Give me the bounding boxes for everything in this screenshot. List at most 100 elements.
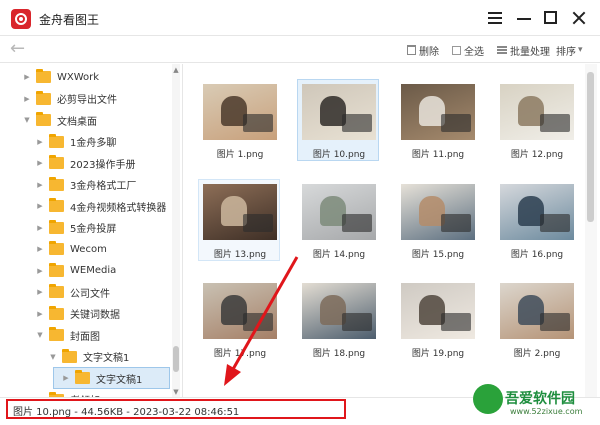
tree-item[interactable]: ▶老领如 <box>35 389 100 397</box>
caret-right-icon[interactable]: ▶ <box>35 288 45 296</box>
tree-item[interactable]: ▶ 2023操作手册 <box>35 152 135 174</box>
thumbnail-image <box>302 184 376 240</box>
trash-icon <box>407 45 416 55</box>
image-thumbnail[interactable]: 图片 17.png <box>198 278 280 360</box>
tree-item-label: 5金舟投屏 <box>70 224 117 235</box>
thumbnail-caption: 图片 13.png <box>213 250 267 260</box>
folder-icon <box>36 69 51 83</box>
folder-tree: ▶ WXWork ▶ 必剪导出文件 ▼ 文档桌面 ▶ 1金舟多聊 ▶ 2023操作手册 ▶ 3金舟格式… <box>0 64 183 397</box>
tree-item[interactable]: ▶ 4金舟视频格式转换器 <box>35 195 166 217</box>
delete-button[interactable]: 删除 <box>407 43 439 58</box>
sidebar-scroll-thumb[interactable] <box>173 346 179 372</box>
caret-right-icon[interactable]: ▶ <box>35 138 45 146</box>
sort-label: 排序 <box>556 46 576 58</box>
scroll-up-icon[interactable]: ▲ <box>172 66 180 74</box>
caret-right-icon[interactable]: ▶ <box>35 159 45 167</box>
select-all-label: 全选 <box>464 46 484 58</box>
thumbnail-image <box>500 283 574 339</box>
tree-item-label: WXWork <box>57 71 100 83</box>
image-thumbnail[interactable]: 图片 19.png <box>396 278 478 360</box>
tree-item[interactable]: ▶ Wecom <box>35 238 107 260</box>
thumbnail-image <box>401 184 475 240</box>
toolbar: ← 删除 全选 批量处理 排序 ▾ <box>0 37 600 63</box>
tree-item[interactable]: ▶ WXWork <box>22 66 99 88</box>
tree-item[interactable]: ▶ 必剪导出文件 <box>22 88 117 110</box>
thumbnail-image <box>203 84 277 140</box>
tree-item-label: 4金舟视频格式转换器 <box>70 202 167 214</box>
tree-item-label: 必剪导出文件 <box>57 95 117 106</box>
caret-right-icon[interactable]: ▶ <box>35 181 45 189</box>
thumbnail-image <box>302 283 376 339</box>
caret-right-icon[interactable]: ▶ <box>22 73 32 81</box>
back-arrow-icon[interactable]: ← <box>10 40 32 60</box>
image-thumbnail[interactable]: 图片 15.png <box>396 179 478 261</box>
folder-icon <box>49 241 64 255</box>
tree-item[interactable]: ▶ 5金舟投屏 <box>35 217 116 239</box>
folder-icon <box>75 370 90 384</box>
tree-item[interactable]: ▶ 关键词数据 <box>35 303 120 325</box>
image-thumbnail[interactable]: 图片 14.png <box>297 179 379 261</box>
menu-icon[interactable] <box>486 9 504 27</box>
watermark-logo-icon <box>473 384 503 414</box>
image-thumbnail[interactable]: 图片 12.png <box>495 79 577 161</box>
select-all-checkbox[interactable]: 全选 <box>452 43 484 58</box>
caret-down-icon[interactable]: ▼ <box>35 331 45 339</box>
thumbnail-grid: 图片 1.png 图片 10.png 图片 11.png 图片 12.png 图片 13… <box>184 64 584 397</box>
tree-item[interactable]: ▼ 文字文稿1 <box>48 346 129 368</box>
caret-right-icon[interactable]: ▶ <box>22 95 32 103</box>
caret-right-icon[interactable]: ▶ <box>35 267 45 275</box>
tree-item-label: 1金舟多聊 <box>70 138 117 149</box>
caret-right-icon[interactable]: ▶ <box>35 245 45 253</box>
sort-button[interactable]: 排序 ▾ <box>556 43 583 58</box>
caret-right-icon[interactable]: ▶ <box>35 224 45 232</box>
tree-item[interactable]: ▶ WEMedia <box>35 260 116 282</box>
tree-item[interactable]: ▶ 公司文件 <box>35 281 110 303</box>
maximize-icon[interactable] <box>542 9 560 27</box>
image-thumbnail[interactable]: 图片 1.png <box>198 79 280 161</box>
caret-down-icon[interactable]: ▼ <box>22 116 32 124</box>
list-icon <box>497 46 507 55</box>
folder-icon <box>49 219 64 234</box>
batch-process-button[interactable]: 批量处理 <box>497 43 550 58</box>
tree-item-label: 文字文稿1 <box>83 353 130 364</box>
folder-icon <box>49 262 64 277</box>
main-scroll-thumb[interactable] <box>587 72 594 222</box>
watermark-brand: 吾爱软件园 <box>505 391 575 407</box>
tree-item-label: 关键词数据 <box>70 310 120 321</box>
scroll-down-icon[interactable]: ▼ <box>172 388 180 396</box>
thumbnail-caption: 图片 16.png <box>510 250 564 260</box>
status-text: 图片 10.png - 44.56KB - 2023-03-22 08:46:5… <box>13 407 240 418</box>
folder-icon <box>49 305 64 320</box>
image-thumbnail[interactable]: 图片 18.png <box>297 278 379 360</box>
image-thumbnail[interactable]: 图片 2.png <box>495 278 577 360</box>
thumbnail-image <box>302 84 376 140</box>
tree-item-label: 文字文稿1 <box>96 374 143 386</box>
thumbnail-image <box>500 184 574 240</box>
tree-item-label: 3金舟格式工厂 <box>70 181 137 192</box>
caret-right-icon[interactable]: ▶ <box>35 202 45 210</box>
caret-down-icon[interactable]: ▼ <box>48 353 58 361</box>
tree-item[interactable]: ▶ 1金舟多聊 <box>35 131 116 153</box>
tree-item[interactable]: ▼ 文档桌面 <box>22 109 97 131</box>
folder-icon <box>49 133 64 148</box>
folder-icon <box>49 284 64 298</box>
caret-right-icon[interactable]: ▶ <box>61 374 71 382</box>
tree-item[interactable]: ▶ 3金舟格式工厂 <box>35 174 136 196</box>
tree-item[interactable]: ▼ 封面图 <box>35 324 100 346</box>
thumbnail-caption: 图片 17.png <box>213 349 267 359</box>
tree-item[interactable]: ▶ 文字文稿1 <box>53 367 170 389</box>
image-thumbnail[interactable]: 图片 10.png <box>297 79 379 161</box>
thumbnail-caption: 图片 14.png <box>312 250 366 260</box>
image-thumbnail[interactable]: 图片 16.png <box>495 179 577 261</box>
thumbnail-caption: 图片 19.png <box>411 349 465 359</box>
thumbnail-image <box>401 283 475 339</box>
thumbnail-caption: 图片 10.png <box>312 150 366 160</box>
image-thumbnail[interactable]: 图片 13.png <box>198 179 280 261</box>
caret-right-icon[interactable]: ▶ <box>35 310 45 318</box>
tree-item-label: 2023操作手册 <box>70 159 136 171</box>
tree-item-label: WEMedia <box>70 265 117 276</box>
thumbnail-caption: 图片 18.png <box>312 349 366 359</box>
close-icon[interactable] <box>570 9 588 27</box>
image-thumbnail[interactable]: 图片 11.png <box>396 79 478 161</box>
minimize-icon[interactable] <box>515 9 533 27</box>
